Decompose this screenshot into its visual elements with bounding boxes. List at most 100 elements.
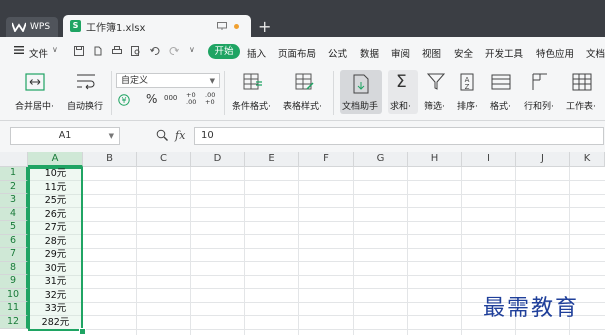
tab-security[interactable]: 安全: [454, 46, 473, 60]
column-header-i[interactable]: I: [462, 152, 516, 167]
tab-features[interactable]: 特色应用: [536, 46, 574, 60]
worksheet-button[interactable]: 工作表·: [566, 99, 596, 112]
wrap-text-button[interactable]: 自动换行: [67, 99, 103, 112]
menu-bar: 文件 ∨ ∨ 开始 插入 页面布局 公式 数据 审阅 视图 安全 开发工具 特色…: [0, 37, 605, 67]
row-header-9[interactable]: 9: [0, 275, 28, 289]
sort-icon[interactable]: AZ: [458, 73, 478, 91]
redo-icon[interactable]: [169, 46, 179, 56]
thousands-button[interactable]: 000: [164, 94, 177, 102]
column-header-g[interactable]: G: [354, 152, 408, 167]
gridline: [28, 329, 605, 330]
row-header-4[interactable]: 4: [0, 207, 28, 221]
select-all-corner[interactable]: [0, 152, 28, 167]
tab-data[interactable]: 数据: [360, 46, 379, 60]
row-header-5[interactable]: 5: [0, 221, 28, 235]
row-header-7[interactable]: 7: [0, 248, 28, 262]
gridline: [407, 167, 408, 335]
row-header-2[interactable]: 2: [0, 180, 28, 194]
column-header-f[interactable]: F: [299, 152, 354, 167]
rows-columns-button[interactable]: 行和列·: [524, 99, 554, 112]
document-assistant-button[interactable]: 文档助手: [340, 70, 382, 114]
save-icon[interactable]: [74, 46, 84, 56]
format-button[interactable]: 格式·: [490, 99, 511, 112]
row-header-6[interactable]: 6: [0, 234, 28, 248]
cell-a1[interactable]: 10元: [29, 167, 82, 181]
monitor-icon[interactable]: [217, 22, 227, 30]
wrap-text-icon[interactable]: [76, 73, 96, 91]
conditional-format-icon[interactable]: [243, 73, 263, 91]
tab-review[interactable]: 审阅: [391, 46, 410, 60]
column-header-d[interactable]: D: [191, 152, 245, 167]
new-tab-button[interactable]: +: [258, 19, 271, 35]
cell-a4[interactable]: 26元: [29, 208, 82, 222]
export-icon[interactable]: [93, 46, 103, 56]
column-header-k[interactable]: K: [570, 152, 605, 167]
merge-center-button[interactable]: 合并居中·: [15, 99, 54, 112]
name-box[interactable]: A1 ▼: [10, 127, 120, 145]
cell-a12[interactable]: 282元: [29, 316, 82, 330]
worksheet-icon[interactable]: [572, 73, 592, 91]
conditional-format-button[interactable]: 条件格式·: [232, 99, 271, 112]
cell-a3[interactable]: 25元: [29, 194, 82, 208]
increase-decimal-button[interactable]: +0 .00: [186, 92, 196, 106]
merge-center-icon[interactable]: [25, 73, 45, 91]
tab-insert[interactable]: 插入: [247, 46, 266, 60]
tab-document[interactable]: 文档: [586, 46, 605, 60]
cell-a9[interactable]: 31元: [29, 275, 82, 289]
decrease-decimal-button[interactable]: .00 +0: [205, 92, 215, 106]
undo-icon[interactable]: [150, 46, 160, 56]
cell-a7[interactable]: 29元: [29, 248, 82, 262]
cell-a11[interactable]: 33元: [29, 302, 82, 316]
zoom-icon[interactable]: [156, 129, 168, 141]
cell-a6[interactable]: 28元: [29, 235, 82, 249]
column-header-e[interactable]: E: [245, 152, 299, 167]
gridline: [461, 167, 462, 335]
gridline: [28, 234, 605, 235]
currency-icon[interactable]: ¥: [118, 94, 130, 106]
tab-start[interactable]: 开始: [208, 44, 240, 59]
column-header-c[interactable]: C: [137, 152, 191, 167]
row-header-3[interactable]: 3: [0, 194, 28, 208]
filter-button[interactable]: 筛选·: [424, 99, 445, 112]
cell-a8[interactable]: 30元: [29, 262, 82, 276]
tab-formula[interactable]: 公式: [328, 46, 347, 60]
sort-button[interactable]: 排序·: [457, 99, 478, 112]
sum-button[interactable]: Σ 求和·: [388, 70, 418, 114]
table-style-icon[interactable]: [295, 73, 315, 91]
file-menu[interactable]: 文件: [29, 46, 48, 60]
tab-view[interactable]: 视图: [422, 46, 441, 60]
tab-developer[interactable]: 开发工具: [485, 46, 523, 60]
cell-a10[interactable]: 32元: [29, 289, 82, 303]
format-icon[interactable]: [491, 73, 511, 91]
row-header-1[interactable]: 1: [0, 167, 28, 181]
hamburger-menu-icon[interactable]: [14, 46, 24, 54]
row-header-8[interactable]: 8: [0, 261, 28, 275]
fill-handle[interactable]: [79, 328, 86, 335]
fx-insert-function-button[interactable]: fx: [175, 129, 185, 142]
gridline: [28, 261, 605, 262]
table-style-button[interactable]: 表格样式·: [283, 99, 322, 112]
column-header-a[interactable]: A: [28, 152, 83, 167]
row-header-10[interactable]: 10: [0, 288, 28, 302]
filter-icon[interactable]: [426, 73, 446, 91]
formula-input[interactable]: 10: [194, 127, 604, 145]
print-icon[interactable]: [112, 46, 122, 56]
ribbon-toolbar: 合并居中· 自动换行 自定义 ▼ ¥ % 000 +0 .00 .00 +0 条…: [0, 67, 605, 121]
cell-a2[interactable]: 11元: [29, 181, 82, 195]
quick-access-chevron-icon[interactable]: ∨: [189, 45, 195, 54]
column-header-h[interactable]: H: [408, 152, 462, 167]
number-format-select[interactable]: 自定义 ▼: [116, 73, 220, 88]
column-header-b[interactable]: B: [83, 152, 137, 167]
row-header-12[interactable]: 12: [0, 315, 28, 329]
wps-home-tab[interactable]: WPS: [6, 17, 58, 37]
document-tab[interactable]: S 工作簿1.xlsx: [63, 15, 251, 37]
column-header-j[interactable]: J: [516, 152, 570, 167]
file-menu-chevron-icon[interactable]: ∨: [52, 45, 58, 54]
percent-button[interactable]: %: [146, 92, 157, 106]
cell-a5[interactable]: 27元: [29, 221, 82, 235]
row-header-11[interactable]: 11: [0, 302, 28, 316]
tab-page-layout[interactable]: 页面布局: [278, 46, 316, 60]
rows-columns-icon[interactable]: [530, 73, 550, 91]
ribbon-separator: [111, 71, 112, 115]
print-preview-icon[interactable]: [131, 46, 141, 56]
